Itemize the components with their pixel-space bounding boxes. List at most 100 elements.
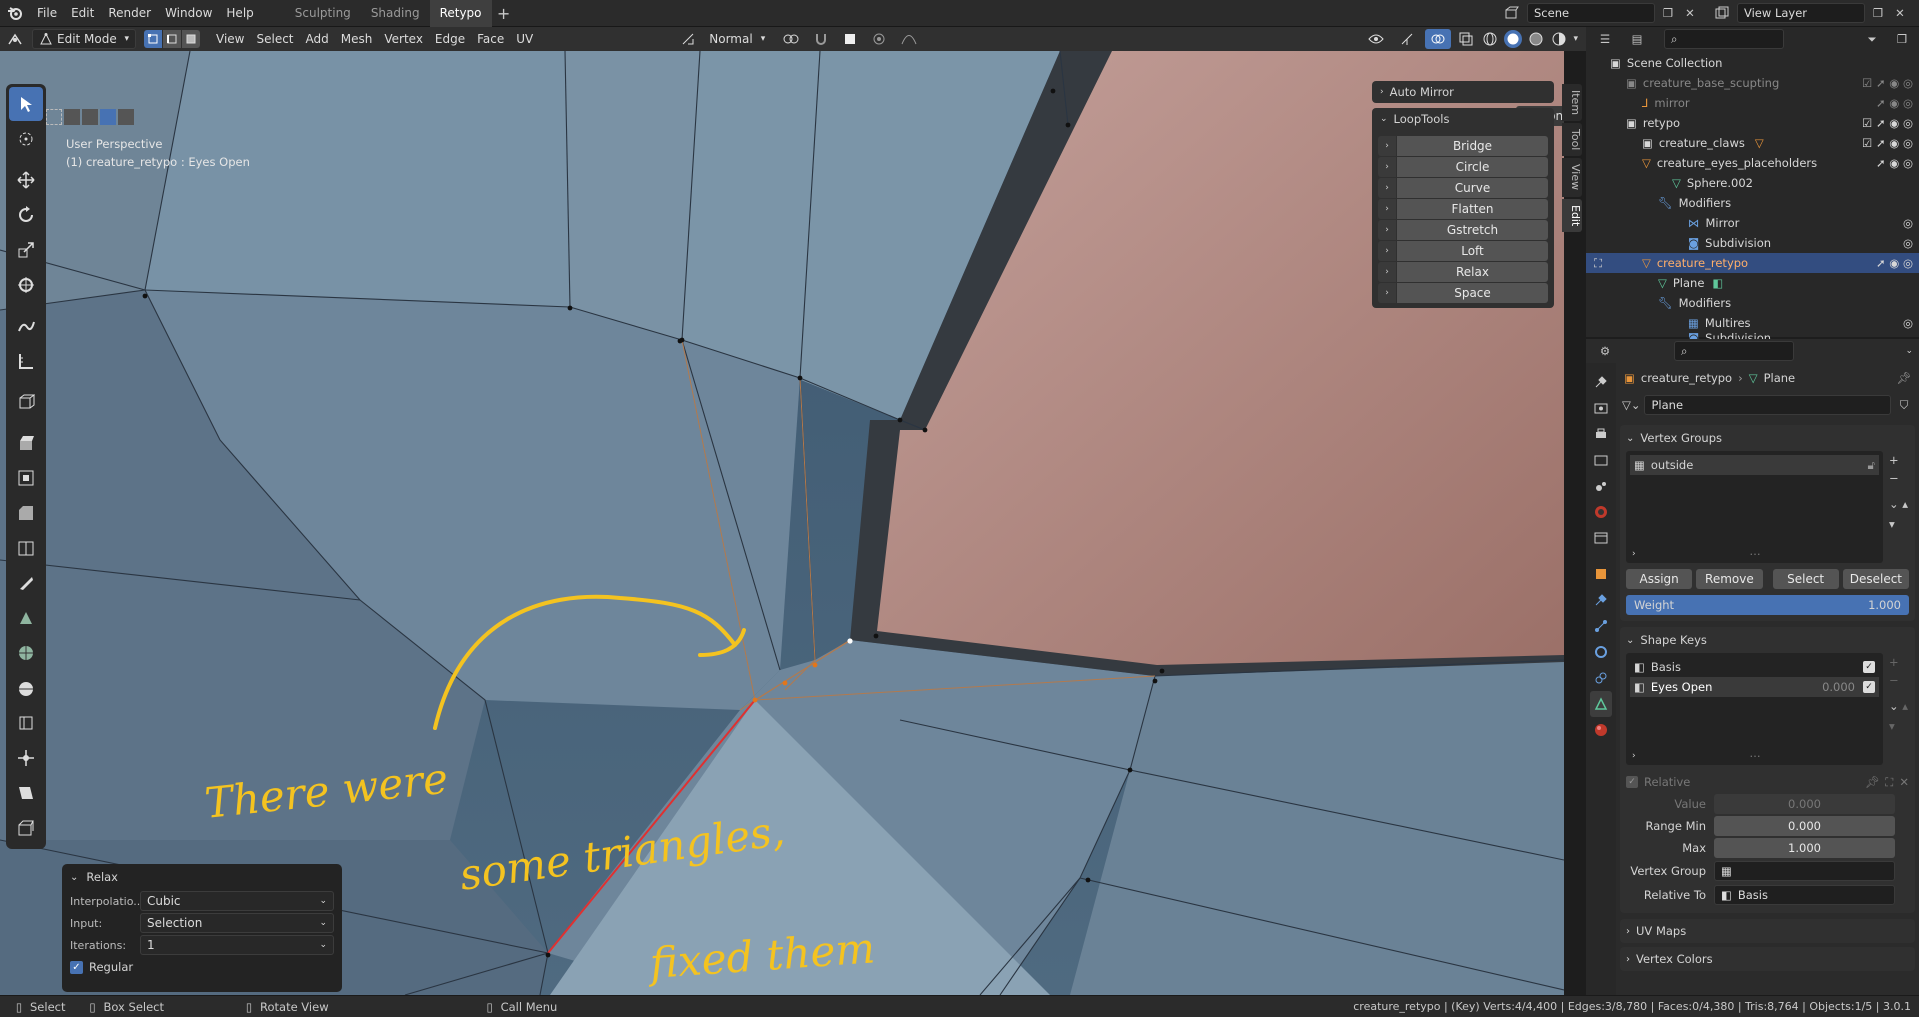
input-dropdown[interactable]: Selection ⌄ bbox=[140, 913, 334, 933]
menu-edit[interactable]: Edit bbox=[64, 0, 101, 27]
chevron-down-icon[interactable]: ▾ bbox=[1573, 34, 1578, 44]
proportional-edit-icon[interactable] bbox=[869, 32, 889, 46]
shape-key-value[interactable]: 0.000 bbox=[1822, 680, 1855, 694]
outliner-item-plane[interactable]: ▽ Plane ◧ bbox=[1586, 273, 1919, 293]
select-box-tool-icon[interactable] bbox=[9, 87, 43, 121]
chevron-right-icon[interactable]: › bbox=[1632, 751, 1636, 761]
chevron-right-icon[interactable]: › bbox=[1378, 157, 1396, 177]
edit-mode-toggle-icon[interactable]: ⛶ bbox=[1885, 775, 1893, 790]
select-subtract-icon[interactable] bbox=[82, 109, 98, 125]
chevron-right-icon[interactable]: › bbox=[1378, 283, 1396, 303]
snap-icon[interactable] bbox=[811, 32, 831, 46]
output-tab-icon[interactable] bbox=[1590, 421, 1612, 447]
constraints-tab-icon[interactable] bbox=[1590, 665, 1612, 691]
object-tab-icon[interactable] bbox=[1590, 561, 1612, 587]
max-field[interactable]: 1.000 bbox=[1714, 838, 1895, 858]
transform-tool-icon[interactable] bbox=[9, 268, 43, 302]
vertex-select-icon[interactable] bbox=[144, 30, 162, 48]
visibility-toggles[interactable]: ➚ ◉ ◎ bbox=[1876, 93, 1913, 113]
interpolation-dropdown[interactable]: Cubic ⌄ bbox=[140, 891, 334, 911]
outliner-item-creature-retypo[interactable]: ⛶ ▽ creature_retypo ➚ ◉ ◎ bbox=[1586, 253, 1919, 273]
uv-maps-section[interactable]: › UV Maps bbox=[1620, 919, 1915, 943]
visibility-toggles[interactable]: ☑ ➚ ◉ ◎ bbox=[1862, 113, 1913, 133]
vertex-group-field[interactable]: ▦ bbox=[1714, 861, 1895, 881]
smooth-tool-icon[interactable] bbox=[9, 671, 43, 705]
new-scene-icon[interactable]: ❐ bbox=[1659, 6, 1677, 20]
select-extend-icon[interactable] bbox=[64, 109, 80, 125]
add-cube-tool-icon[interactable] bbox=[9, 385, 43, 419]
view-layer-field[interactable]: View Layer bbox=[1737, 3, 1865, 23]
delete-scene-icon[interactable]: ✕ bbox=[1681, 6, 1699, 20]
outliner-item-scene-collection[interactable]: ▣ Scene Collection bbox=[1586, 53, 1919, 73]
range-min-field[interactable]: 0.000 bbox=[1714, 816, 1895, 836]
chevron-right-icon[interactable]: › bbox=[1378, 262, 1396, 282]
chevron-down-icon[interactable]: ⌄ bbox=[1626, 635, 1634, 646]
spin-tool-icon[interactable] bbox=[9, 636, 43, 670]
visibility-toggles[interactable]: ➚ ◉ ◎ bbox=[1876, 153, 1913, 173]
scale-tool-icon[interactable] bbox=[9, 233, 43, 267]
move-down-icon[interactable]: ▾ bbox=[1889, 717, 1895, 735]
mesh-data-tab-icon[interactable] bbox=[1590, 691, 1612, 717]
scene-field[interactable]: Scene bbox=[1527, 3, 1655, 23]
outliner-item-mirror-mod[interactable]: ⋈ Mirror ◎ bbox=[1586, 213, 1919, 233]
relative-to-field[interactable]: ◧ Basis bbox=[1714, 885, 1895, 905]
add-workspace-icon[interactable]: + bbox=[492, 4, 516, 23]
material-tab-icon[interactable] bbox=[1590, 717, 1612, 743]
value-field[interactable]: 0.000 bbox=[1714, 794, 1895, 814]
looptools-space-button[interactable]: Space bbox=[1397, 283, 1548, 303]
add-icon[interactable]: + bbox=[1889, 653, 1899, 671]
tab-item[interactable]: Item bbox=[1562, 84, 1582, 122]
weight-slider[interactable]: Weight 1.000 bbox=[1626, 595, 1909, 615]
face-select-icon[interactable] bbox=[182, 30, 200, 48]
editor-type-icon[interactable] bbox=[0, 32, 30, 46]
modifier-tab-icon[interactable] bbox=[1590, 587, 1612, 613]
move-down-icon[interactable]: ▾ bbox=[1889, 515, 1895, 533]
outliner-item-eyes-placeholders[interactable]: ▽ creature_eyes_placeholders ➚ ◉ ◎ bbox=[1586, 153, 1919, 173]
rip-tool-icon[interactable] bbox=[9, 811, 43, 845]
pin-icon[interactable]: 📌︎ bbox=[1896, 371, 1911, 385]
outliner-item-sphere[interactable]: ▽ Sphere.002 bbox=[1586, 173, 1919, 193]
outliner-editor-icon[interactable]: ☰ bbox=[1592, 32, 1618, 46]
tab-view[interactable]: View bbox=[1562, 158, 1582, 197]
outliner-item-modifiers-2[interactable]: 🔧︎ Modifiers bbox=[1586, 293, 1919, 313]
menu-edge[interactable]: Edge bbox=[429, 29, 471, 49]
menu-render[interactable]: Render bbox=[101, 0, 158, 27]
shrink-fatten-tool-icon[interactable] bbox=[9, 741, 43, 775]
chevron-right-icon[interactable]: › bbox=[1378, 220, 1396, 240]
looptools-gstretch[interactable]: › Gstretch bbox=[1378, 220, 1548, 240]
looptools-header[interactable]: ⌄ LoopTools bbox=[1372, 108, 1554, 130]
chevron-down-icon[interactable]: ⌄ bbox=[1626, 433, 1634, 444]
wireframe-shading-icon[interactable] bbox=[1481, 32, 1499, 46]
mode-dropdown[interactable]: Edit Mode ▾ bbox=[32, 29, 136, 49]
outliner-item-mirror[interactable]: ⅃ mirror ➚ ◉ ◎ bbox=[1586, 93, 1919, 113]
shear-tool-icon[interactable] bbox=[9, 776, 43, 810]
xray-icon[interactable] bbox=[1456, 32, 1476, 46]
shape-key-row[interactable]: ◧ Eyes Open 0.000 ✓ bbox=[1630, 677, 1879, 697]
looptools-bridge[interactable]: › Bridge bbox=[1378, 136, 1548, 156]
tab-edit[interactable]: Edit bbox=[1562, 198, 1582, 232]
view-layer-tab-icon[interactable] bbox=[1590, 447, 1612, 473]
tab-tool[interactable]: Tool bbox=[1562, 123, 1582, 157]
new-view-layer-icon[interactable]: ❐ bbox=[1869, 6, 1887, 20]
assign-button[interactable]: Assign bbox=[1626, 569, 1693, 589]
render-toggle[interactable]: ◎ bbox=[1903, 313, 1913, 333]
display-mode-icon[interactable]: ▤ bbox=[1624, 32, 1650, 46]
visibility-toggles[interactable]: ☑ ➚ ◉ ◎ bbox=[1862, 73, 1913, 93]
material-shading-icon[interactable] bbox=[1527, 32, 1545, 46]
close-icon[interactable]: ✕ bbox=[1899, 775, 1909, 789]
edge-select-icon[interactable] bbox=[163, 30, 181, 48]
world-tab-icon[interactable] bbox=[1590, 499, 1612, 525]
snap-target-icon[interactable] bbox=[837, 33, 863, 45]
select-intersect-icon[interactable] bbox=[118, 109, 134, 125]
looptools-circle[interactable]: › Circle bbox=[1378, 157, 1548, 177]
looptools-flatten-button[interactable]: Flatten bbox=[1397, 199, 1548, 219]
tab-sculpting[interactable]: Sculpting bbox=[285, 0, 361, 27]
render-tab-icon[interactable] bbox=[1590, 395, 1612, 421]
falloff-icon[interactable] bbox=[895, 33, 923, 45]
outliner-search-input[interactable]: ⌕ bbox=[1664, 29, 1784, 49]
menu-view[interactable]: View bbox=[210, 29, 250, 49]
extrude-tool-icon[interactable] bbox=[9, 426, 43, 460]
vertex-group-row[interactable]: ▦ outside 🔓︎ bbox=[1630, 455, 1879, 475]
chevron-right-icon[interactable]: › bbox=[1632, 549, 1636, 559]
iterations-dropdown[interactable]: 1 ⌄ bbox=[140, 935, 334, 955]
